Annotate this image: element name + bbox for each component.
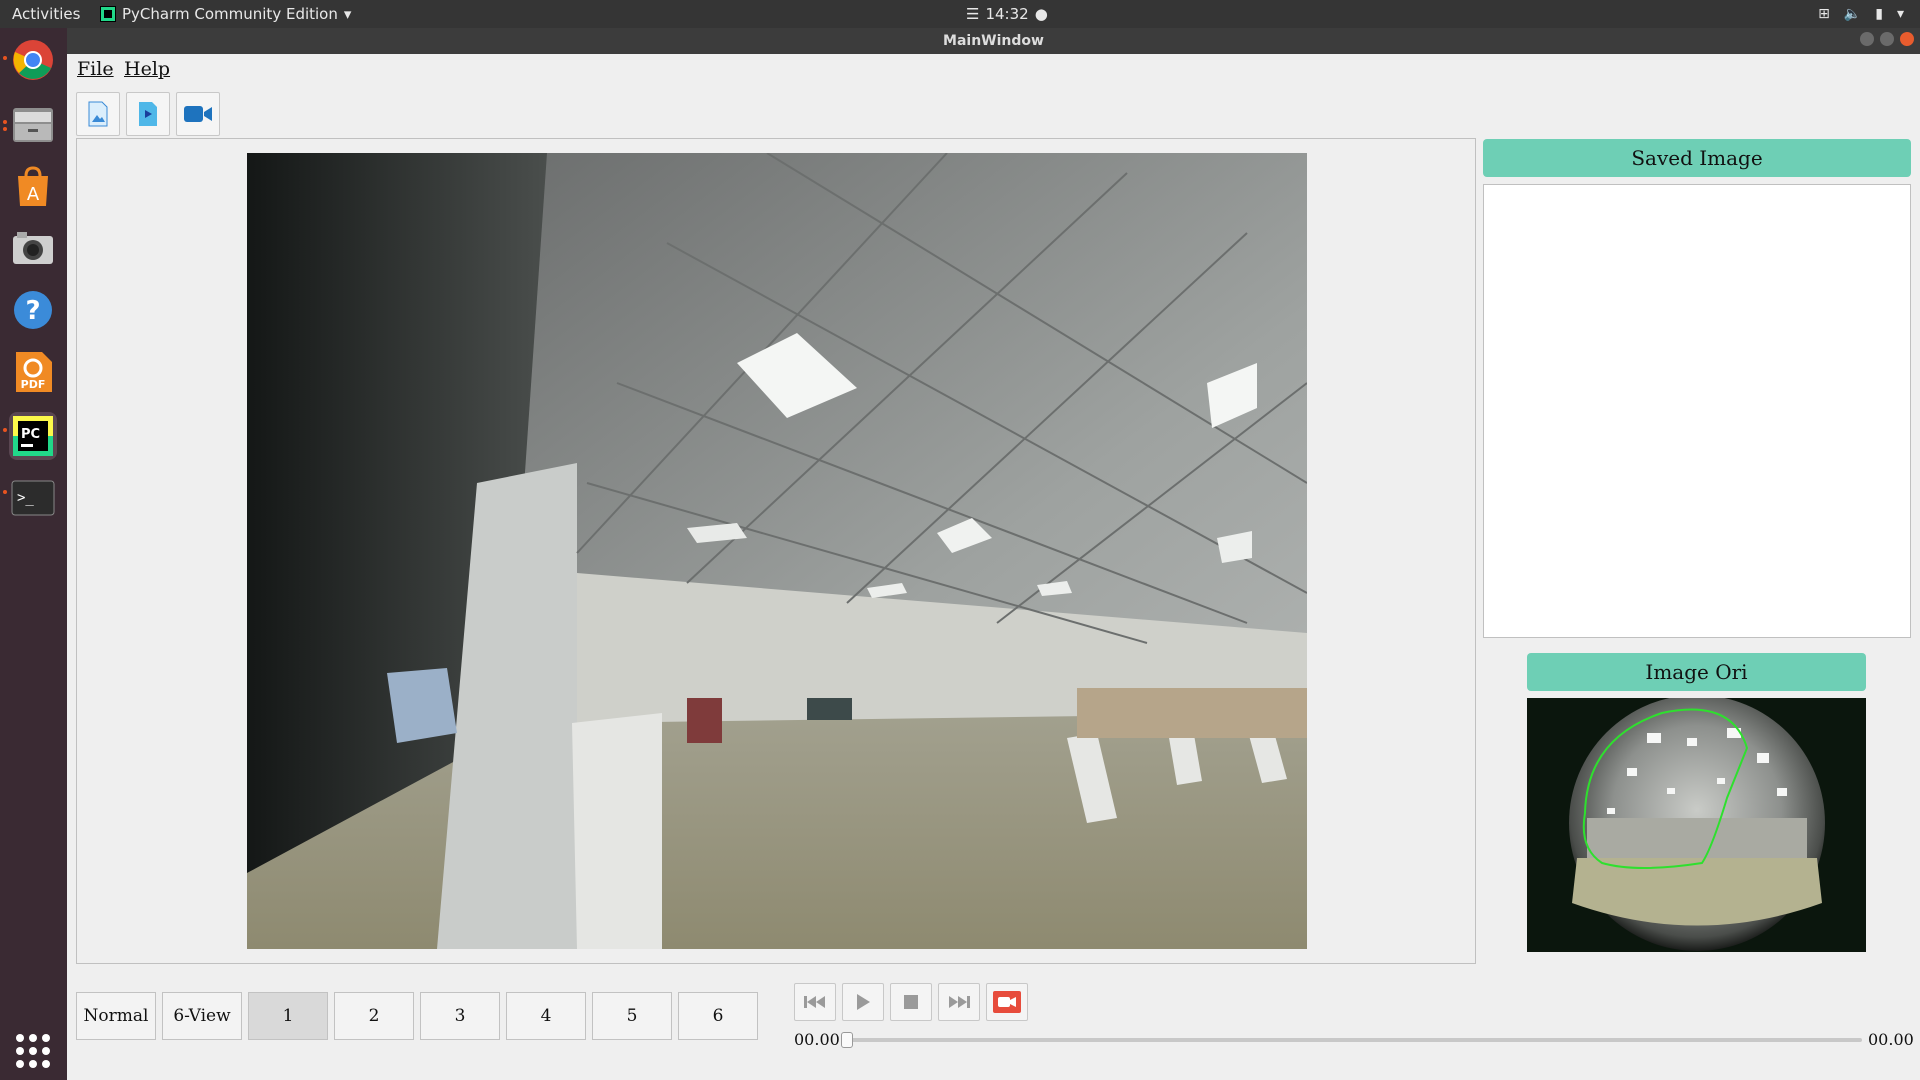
svg-text:A: A	[27, 184, 40, 205]
show-apps-icon[interactable]	[16, 1034, 50, 1068]
window-title: MainWindow	[943, 33, 1044, 49]
activities-button[interactable]: Activities	[12, 0, 80, 28]
clock[interactable]: ☰ 14:32 ●	[966, 0, 1048, 28]
battery-icon: ▮	[1875, 6, 1883, 22]
stop-icon	[904, 995, 918, 1009]
camera-icon[interactable]	[9, 224, 57, 272]
stop-button[interactable]	[890, 983, 932, 1021]
system-tray[interactable]: ⊞ 🔈 ▮ ▾	[1818, 0, 1904, 28]
chrome-icon[interactable]	[9, 36, 57, 84]
pycharm-icon[interactable]: PC	[9, 412, 57, 460]
running-indicator	[3, 127, 7, 131]
svg-text:PC: PC	[21, 427, 40, 442]
progress-slider[interactable]	[844, 1038, 1862, 1042]
open-video-button[interactable]	[126, 92, 170, 136]
menu-bar: File Help	[67, 54, 1920, 84]
record-button[interactable]	[986, 983, 1028, 1021]
menu-file[interactable]: File	[77, 58, 114, 80]
skip-back-button[interactable]	[794, 983, 836, 1021]
saved-image-header[interactable]: Saved Image	[1483, 139, 1911, 177]
svg-text:>_: >_	[17, 490, 34, 506]
skip-forward-icon	[949, 996, 970, 1008]
clock-time: 14:32	[985, 5, 1029, 23]
app-menu-label: PyCharm Community Edition	[122, 5, 338, 23]
app-menu[interactable]: PyCharm Community Edition ▾	[100, 0, 351, 28]
dock: A ? PDF PC >_	[0, 28, 67, 1080]
original-fisheye-image	[1527, 698, 1866, 952]
close-button[interactable]	[1900, 32, 1914, 46]
svg-text:?: ?	[25, 296, 40, 326]
running-indicator	[3, 56, 7, 60]
window-titlebar: MainWindow	[67, 28, 1920, 54]
image-ori-header[interactable]: Image Ori	[1527, 653, 1866, 691]
dewarped-image	[247, 153, 1307, 949]
image-file-icon	[88, 101, 108, 127]
software-store-icon[interactable]: A	[9, 162, 57, 210]
menu-help[interactable]: Help	[124, 58, 170, 80]
running-indicator	[3, 490, 7, 494]
record-camera-icon	[993, 991, 1021, 1013]
six-view-button[interactable]: 6-View	[162, 992, 242, 1040]
minimize-button[interactable]	[1860, 32, 1874, 46]
video-file-icon	[139, 102, 157, 126]
open-image-button[interactable]	[76, 92, 120, 136]
total-time: 00.00	[1868, 1030, 1914, 1049]
play-button[interactable]	[842, 983, 884, 1021]
files-icon[interactable]	[9, 100, 57, 148]
progress-slider-handle[interactable]	[841, 1032, 853, 1048]
chevron-down-icon: ▾	[343, 5, 352, 23]
maximize-button[interactable]	[1880, 32, 1894, 46]
view-5-button[interactable]: 5	[592, 992, 672, 1040]
svg-text:PDF: PDF	[21, 378, 46, 391]
normal-view-button[interactable]: Normal	[76, 992, 156, 1040]
skip-forward-button[interactable]	[938, 983, 980, 1021]
open-camera-button[interactable]	[176, 92, 220, 136]
saved-image-view	[1483, 184, 1911, 638]
toolbar	[76, 92, 220, 136]
help-icon[interactable]: ?	[9, 286, 57, 334]
running-indicator	[3, 428, 7, 432]
pycharm-small-icon	[100, 6, 116, 22]
view-2-button[interactable]: 2	[334, 992, 414, 1040]
view-4-button[interactable]: 4	[506, 992, 586, 1040]
top-bar: Activities PyCharm Community Edition ▾ ☰…	[0, 0, 1920, 28]
network-icon: ⊞	[1818, 6, 1830, 22]
current-time: 00.00	[794, 1030, 840, 1049]
video-camera-icon	[184, 106, 212, 122]
foxit-pdf-icon[interactable]: PDF	[9, 348, 57, 396]
notification-dot-icon: ●	[1034, 5, 1048, 23]
terminal-icon[interactable]: >_	[9, 474, 57, 522]
view-1-button[interactable]: 1	[248, 992, 328, 1040]
view-3-button[interactable]: 3	[420, 992, 500, 1040]
main-view-frame	[76, 138, 1476, 964]
play-icon	[857, 994, 870, 1010]
volume-icon: 🔈	[1843, 6, 1862, 22]
skip-back-icon	[804, 996, 825, 1008]
window-controls	[1860, 32, 1914, 46]
running-indicator	[3, 120, 7, 124]
system-menu-chevron-icon: ▾	[1896, 6, 1904, 22]
notifications-icon: ☰	[966, 5, 980, 23]
view-6-button[interactable]: 6	[678, 992, 758, 1040]
